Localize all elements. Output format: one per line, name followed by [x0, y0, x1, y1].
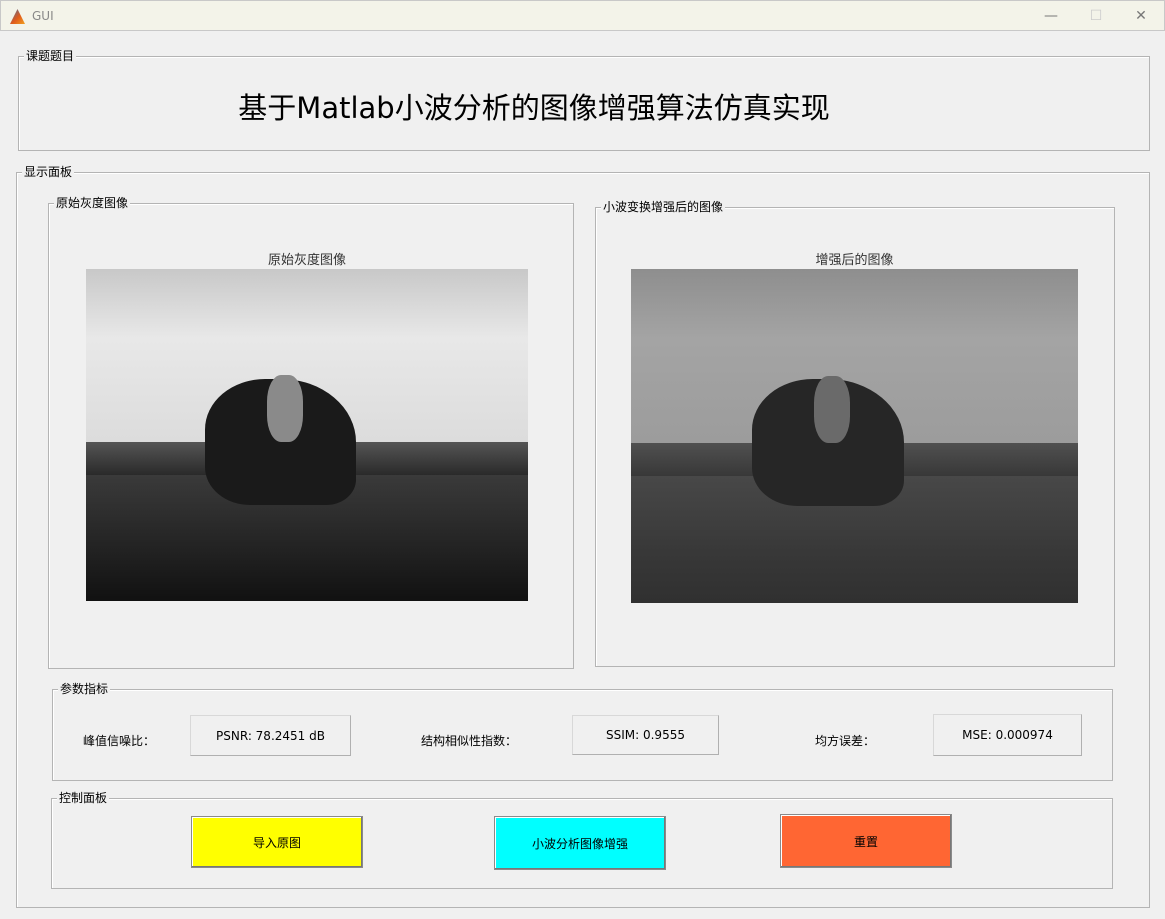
psnr-value: PSNR: 78.2451 dB — [190, 715, 351, 756]
metrics-panel-label: 参数指标 — [58, 682, 111, 696]
close-button[interactable]: ✕ — [1126, 5, 1156, 27]
original-image-panel: 原始灰度图像 原始灰度图像 — [48, 196, 574, 669]
minimize-button[interactable]: — — [1036, 5, 1066, 27]
wavelet-enhance-button[interactable]: 小波分析图像增强 — [494, 816, 666, 870]
topic-panel: 课题题目 基于Matlab小波分析的图像增强算法仿真实现 — [18, 49, 1150, 151]
original-panel-label: 原始灰度图像 — [54, 196, 131, 210]
ssim-label: 结构相似性指数： — [421, 734, 518, 748]
import-image-button[interactable]: 导入原图 — [191, 816, 363, 868]
topic-panel-label: 课题题目 — [24, 49, 77, 63]
window-title: GUI — [32, 9, 54, 23]
display-panel-label: 显示面板 — [22, 165, 75, 179]
psnr-label: 峰值信噪比： — [83, 734, 156, 748]
mse-label: 均方误差： — [815, 734, 876, 748]
maximize-button[interactable]: ☐ — [1081, 5, 1111, 27]
project-title: 基于Matlab小波分析的图像增强算法仿真实现 — [238, 91, 830, 125]
ssim-value: SSIM: 0.9555 — [572, 715, 719, 755]
control-panel-label: 控制面板 — [57, 791, 110, 805]
matlab-icon — [10, 9, 25, 24]
original-axes-title: 原始灰度图像 — [267, 253, 346, 268]
reset-button[interactable]: 重置 — [780, 814, 952, 868]
enhanced-image — [631, 269, 1078, 603]
title-bar: GUI — ☐ ✕ — [0, 0, 1165, 31]
mse-value: MSE: 0.000974 — [933, 714, 1082, 756]
enhanced-image-panel: 小波变换增强后的图像 增强后的图像 — [595, 200, 1115, 667]
original-image — [86, 269, 528, 601]
enhanced-panel-label: 小波变换增强后的图像 — [601, 200, 726, 214]
enhanced-axes-title: 增强后的图像 — [815, 253, 894, 268]
